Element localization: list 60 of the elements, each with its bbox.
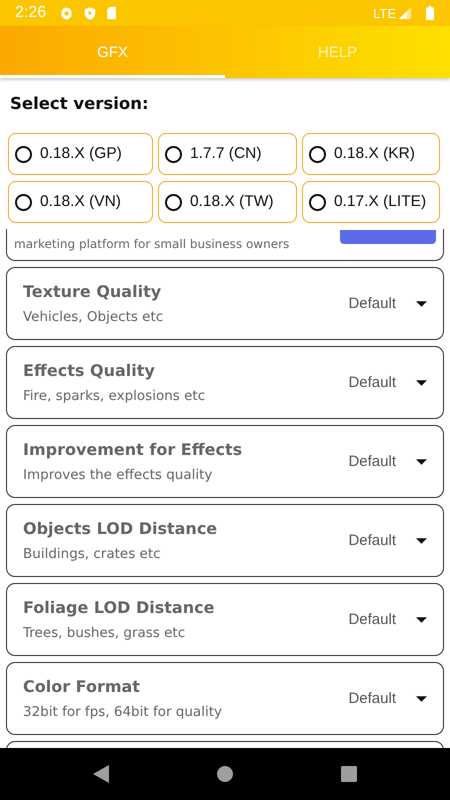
dropdown-value: Default <box>348 532 396 549</box>
version-option[interactable]: 0.18.X (KR) <box>302 133 440 175</box>
setting-description: Trees, bushes, grass etc <box>23 625 186 641</box>
signal-icon <box>399 7 411 19</box>
shield-icon <box>83 6 98 20</box>
version-option[interactable]: 0.18.X (VN) <box>8 181 153 223</box>
setting-title: Effects Quality <box>23 361 156 380</box>
home-icon[interactable] <box>217 766 233 782</box>
setting-description: Buildings, crates etc <box>23 546 162 562</box>
version-label: 0.18.X (TW) <box>190 193 274 211</box>
version-label: 0.17.X (LITE) <box>334 193 426 211</box>
setting-title: Texture Quality <box>23 282 162 301</box>
dropdown-value: Default <box>348 690 396 707</box>
setting-title: Objects LOD Distance <box>23 519 218 538</box>
dropdown[interactable]: Default <box>348 295 427 312</box>
version-label: 0.18.X (VN) <box>40 193 121 211</box>
setting-title: Foliage LOD Distance <box>23 598 216 617</box>
setting-title: Color Format <box>23 677 141 696</box>
ad-card[interactable]: marketing platform for small business owners <box>6 229 444 261</box>
dropdown-value: Default <box>348 295 396 312</box>
caret-icon <box>416 380 427 386</box>
caret-icon <box>416 458 427 464</box>
gear-icon <box>59 6 74 20</box>
version-label: 0.18.X (KR) <box>334 145 415 163</box>
caret-icon <box>416 300 427 306</box>
dropdown[interactable]: Default <box>348 532 427 549</box>
version-option[interactable]: 0.18.X (TW) <box>158 181 297 223</box>
caret-icon <box>416 616 427 622</box>
version-option[interactable]: 0.18.X (GP) <box>8 133 153 175</box>
setting-description: 32bit for fps, 64bit for quality <box>23 704 223 720</box>
back-icon[interactable] <box>93 765 109 783</box>
dropdown-value: Default <box>348 453 396 470</box>
setting-description: Improves the effects quality <box>23 467 214 483</box>
caret-icon <box>416 538 427 544</box>
setting-title: Improvement for Effects <box>23 440 244 459</box>
ad-text: marketing platform for small business owners <box>14 237 290 251</box>
section-heading: Select version: <box>9 93 150 115</box>
clock-time: 2:26 <box>15 4 46 22</box>
setting-description: Vehicles, Objects etc <box>23 309 164 325</box>
dropdown-value: Default <box>348 374 396 391</box>
dropdown-value: Default <box>348 611 396 628</box>
version-option[interactable]: 1.7.7 (CN) <box>158 133 297 175</box>
dropdown[interactable]: Default <box>348 611 427 628</box>
radio-button[interactable] <box>165 194 182 210</box>
setting-description: Fire, sparks, explosions etc <box>23 388 206 404</box>
caret-icon <box>416 696 427 702</box>
dropdown[interactable]: Default <box>348 690 427 707</box>
radio-button[interactable] <box>15 194 32 210</box>
network-label: LTE <box>373 6 396 20</box>
dropdown[interactable]: Default <box>348 453 427 470</box>
radio-button[interactable] <box>15 146 32 162</box>
radio-button[interactable] <box>309 146 326 162</box>
version-option[interactable]: 0.17.X (LITE) <box>302 181 440 223</box>
version-label: 0.18.X (GP) <box>40 145 122 163</box>
sd-card-icon <box>106 6 118 20</box>
dropdown[interactable]: Default <box>348 374 427 391</box>
radio-button[interactable] <box>165 146 182 162</box>
version-label: 1.7.7 (CN) <box>190 145 262 163</box>
battery-icon <box>426 6 434 20</box>
radio-button[interactable] <box>309 194 326 210</box>
